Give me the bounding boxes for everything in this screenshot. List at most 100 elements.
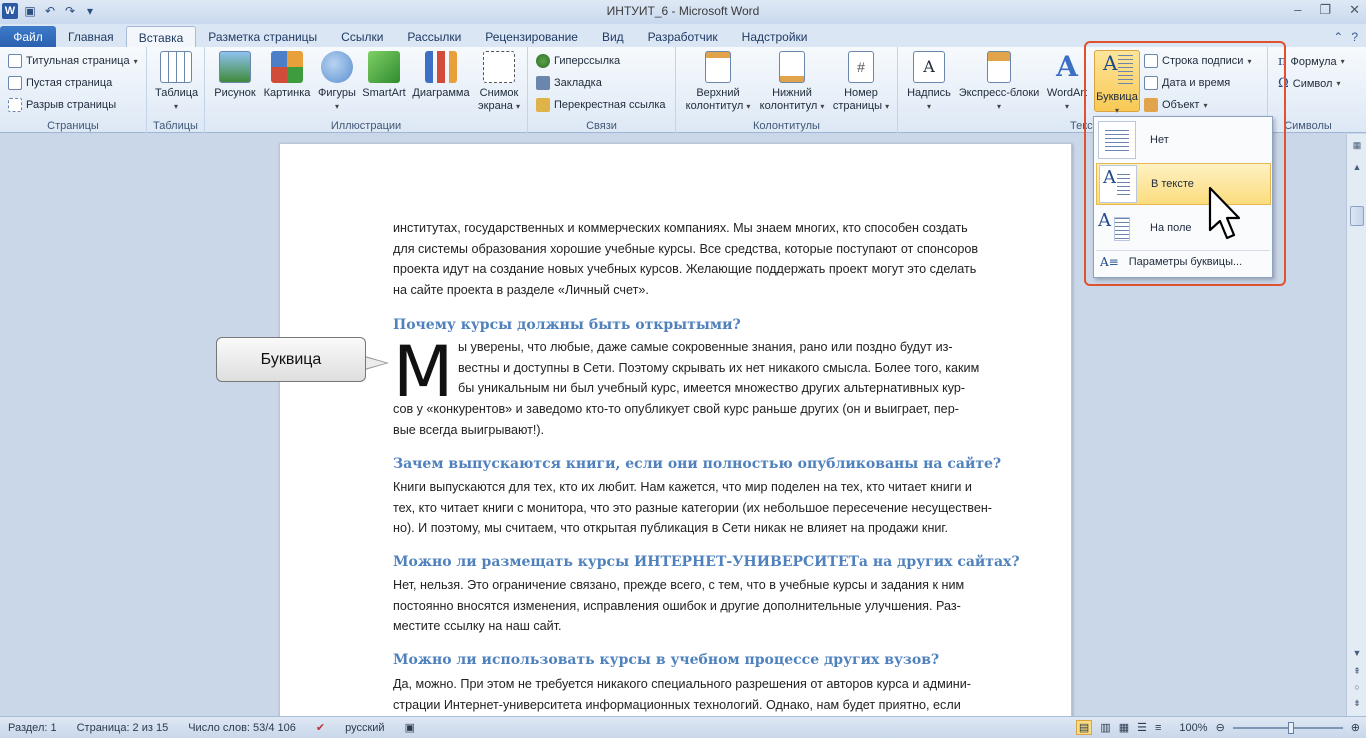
document-page[interactable]: институтах, государственных и коммерческ… — [279, 143, 1072, 723]
paragraph-1: институтах, государственных и коммерческ… — [393, 221, 979, 298]
callout-tail-inner — [364, 357, 386, 369]
dropcap-option-in-margin[interactable]: A На поле — [1096, 207, 1271, 249]
status-bar: Раздел: 1 Страница: 2 из 15 Число слов: … — [0, 716, 1366, 738]
tab-mailings[interactable]: Рассылки — [395, 26, 473, 48]
footer-button[interactable]: Нижний колонтитул ▾ — [756, 51, 828, 113]
page-number-icon: # — [848, 51, 874, 83]
tab-developer[interactable]: Разработчик — [636, 26, 730, 48]
group-links: Гиперссылка Закладка Перекрестная ссылка… — [528, 47, 676, 133]
footer-icon — [779, 51, 805, 83]
dropcap-callout: Буквица — [216, 337, 366, 382]
symbol-button[interactable]: Ω Символ ▾ — [1278, 76, 1340, 91]
shapes-button[interactable]: Фигуры ▾ — [315, 51, 359, 113]
status-language[interactable]: русский — [345, 722, 384, 734]
cross-reference-button[interactable]: Перекрестная ссылка — [536, 98, 666, 112]
menu-divider — [1096, 250, 1270, 251]
paragraph-4: Нет, нельзя. Это ограничение связано, пр… — [393, 578, 965, 634]
bookmark-icon — [536, 76, 550, 90]
dropcap-paragraph-lines-4-5: сов у «конкурентов» и заведомо кто-то оп… — [393, 402, 959, 437]
mouse-pointer-icon — [1208, 186, 1241, 240]
ruler-toggle-icon[interactable]: ▦ — [1350, 140, 1364, 154]
blank-page-button[interactable]: Пустая страница — [8, 76, 112, 90]
ribbon-minimize-icon[interactable]: ⌃ — [1333, 30, 1343, 44]
zoom-in-icon[interactable]: ⊕ — [1351, 721, 1360, 734]
next-page-icon[interactable]: ⇟ — [1350, 698, 1364, 712]
textbox-icon: A — [913, 51, 945, 83]
equation-button[interactable]: π Формула ▾ — [1278, 54, 1345, 69]
bookmark-button[interactable]: Закладка — [536, 76, 602, 90]
group-label-illustrations: Иллюстрации — [330, 120, 402, 132]
tab-file[interactable]: Файл — [0, 26, 56, 48]
chart-icon — [425, 51, 457, 83]
tab-page-layout[interactable]: Разметка страницы — [196, 26, 329, 48]
quick-parts-icon — [987, 51, 1011, 83]
web-layout-view-icon[interactable]: ▦ — [1119, 721, 1129, 734]
dropcap-options-icon: A≡ — [1100, 255, 1119, 269]
tab-review[interactable]: Рецензирование — [473, 26, 590, 48]
dropcap-option-in-text[interactable]: A В тексте — [1096, 163, 1271, 205]
proofing-icon[interactable]: ✔ — [316, 721, 325, 734]
picture-button[interactable]: Рисунок — [211, 51, 259, 100]
zoom-out-icon[interactable]: ⊖ — [1216, 721, 1225, 734]
group-label-pages: Страницы — [47, 120, 99, 132]
page-number-button[interactable]: # Номер страницы ▾ — [828, 51, 894, 113]
dropcap-menu: Нет A В тексте A На поле A≡ Параметры бу… — [1093, 116, 1273, 278]
zoom-level[interactable]: 100% — [1179, 722, 1207, 734]
status-word-count[interactable]: Число слов: 53/4 106 — [188, 722, 296, 734]
clipart-button[interactable]: Картинка — [261, 51, 313, 100]
tab-view[interactable]: Вид — [590, 26, 636, 48]
cover-page-button[interactable]: Титульная страница ▾ — [8, 54, 138, 68]
scroll-down-icon[interactable]: ▼ — [1350, 648, 1364, 662]
tab-references[interactable]: Ссылки — [329, 26, 395, 48]
smartart-button[interactable]: SmartArt — [359, 51, 409, 100]
tab-home[interactable]: Главная — [56, 26, 126, 48]
tab-insert[interactable]: Вставка — [125, 26, 197, 48]
header-button[interactable]: Верхний колонтитул ▾ — [682, 51, 754, 113]
window-title: ИНТУИТ_6 - Microsoft Word — [606, 4, 760, 18]
table-button[interactable]: Таблица ▾ — [155, 51, 198, 113]
zoom-slider[interactable] — [1232, 721, 1343, 734]
quick-parts-button[interactable]: Экспресс-блоки ▾ — [954, 51, 1044, 113]
page-break-icon — [8, 98, 22, 112]
chart-button[interactable]: Диаграмма — [409, 51, 473, 100]
vertical-scrollbar[interactable]: ▦ ▲ ▼ ⇞ ○ ⇟ — [1346, 134, 1366, 716]
dropcap-option-none[interactable]: Нет — [1096, 119, 1271, 161]
status-section[interactable]: Раздел: 1 — [8, 722, 57, 734]
group-tables: Таблица ▾ Таблицы — [147, 47, 205, 133]
cross-reference-icon — [536, 98, 550, 112]
macro-record-icon[interactable]: ▣ — [405, 721, 415, 734]
hyperlink-button[interactable]: Гиперссылка — [536, 54, 620, 68]
page-break-button[interactable]: Разрыв страницы — [8, 98, 116, 112]
scroll-up-icon[interactable]: ▲ — [1350, 162, 1364, 176]
status-page[interactable]: Страница: 2 из 15 — [77, 722, 169, 734]
tab-addins[interactable]: Надстройки — [730, 26, 820, 48]
heading-2: Зачем выпускаются книги, если они полнос… — [393, 456, 1002, 472]
group-label-links: Связи — [586, 120, 617, 132]
dropcap-in-margin-icon: A — [1098, 209, 1136, 247]
group-illustrations: Рисунок Картинка Фигуры ▾ SmartArt Диагр… — [205, 47, 528, 133]
smartart-icon — [368, 51, 400, 83]
table-icon — [160, 51, 192, 83]
dropcap-in-text-icon: A — [1099, 165, 1137, 203]
wordart-icon: A — [1056, 50, 1078, 83]
draft-view-icon[interactable]: ≡ — [1155, 722, 1161, 734]
fullscreen-reading-view-icon[interactable]: ▥ — [1100, 721, 1110, 734]
dropcap-letter: М — [393, 331, 454, 413]
zoom-slider-knob[interactable] — [1287, 721, 1294, 734]
scroll-thumb[interactable] — [1350, 206, 1364, 226]
paragraph-5: Да, можно. При этом не требуется никаког… — [393, 677, 971, 712]
shapes-icon — [321, 51, 353, 83]
dropcap-options-item[interactable]: A≡ Параметры буквицы... — [1100, 255, 1242, 269]
outline-view-icon[interactable]: ☰ — [1137, 721, 1147, 734]
browse-object-icon[interactable]: ○ — [1350, 682, 1364, 696]
textbox-button[interactable]: A Надпись ▾ — [904, 51, 954, 113]
close-icon[interactable]: ✕ — [1349, 2, 1360, 18]
print-layout-view-icon[interactable]: ▤ — [1075, 720, 1093, 735]
minimize-icon[interactable]: ‒ — [1294, 2, 1301, 18]
group-pages: Титульная страница ▾ Пустая страница Разр… — [0, 47, 147, 133]
previous-page-icon[interactable]: ⇞ — [1350, 666, 1364, 680]
picture-icon — [219, 51, 251, 83]
restore-icon[interactable]: ❐ — [1319, 2, 1331, 18]
help-icon[interactable]: ? — [1351, 30, 1358, 44]
screenshot-button[interactable]: Снимок экрана ▾ — [475, 51, 523, 113]
